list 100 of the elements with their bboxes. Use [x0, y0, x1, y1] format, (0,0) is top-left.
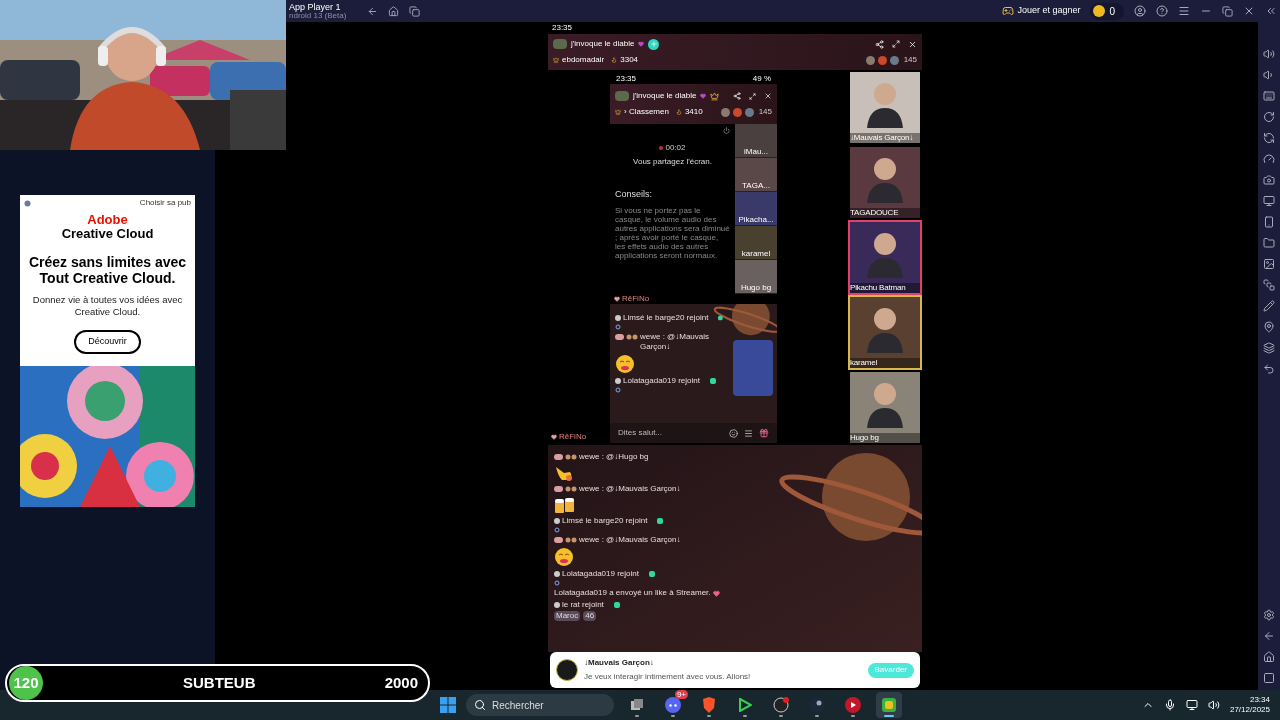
guest-name: karamel [850, 358, 920, 368]
follow-button[interactable] [648, 38, 660, 50]
help-icon[interactable] [1156, 5, 1168, 17]
guest-name: Hugo bg [850, 433, 920, 443]
rotate-icon[interactable] [1263, 111, 1275, 123]
expand-icon[interactable] [892, 40, 900, 48]
wave-hand-icon[interactable] [613, 602, 620, 608]
home-icon[interactable] [388, 5, 399, 17]
gamepad-icon [1002, 5, 1015, 17]
male-icon [554, 580, 560, 586]
crown-icon [615, 109, 621, 115]
viewer-count: 145 [903, 54, 917, 66]
guest-tile[interactable]: TAGA... [735, 158, 777, 192]
goal-target: 2000 [384, 672, 418, 693]
info-icon[interactable] [24, 199, 31, 207]
guest-tile[interactable]: Hugo bg [735, 260, 777, 294]
recent-apps-icon[interactable] [1263, 672, 1275, 684]
rank-label[interactable]: › Classemen [624, 106, 669, 118]
layers-icon[interactable] [1263, 342, 1275, 354]
image-icon[interactable] [1263, 258, 1275, 270]
guest-tile[interactable]: TAGADOUCE [848, 145, 922, 220]
timer: 00:02 [665, 142, 686, 154]
restore-icon[interactable] [1222, 5, 1233, 17]
close-icon[interactable] [1243, 5, 1255, 17]
folder-icon[interactable] [1263, 237, 1275, 249]
stream-title: j'invoque le diable [633, 90, 697, 102]
home-icon[interactable] [1263, 651, 1275, 663]
guest-tile[interactable]: karamel [848, 295, 922, 370]
user-icon [554, 518, 560, 524]
crown-icon [553, 57, 559, 63]
discover-button[interactable]: Découvrir [74, 330, 141, 354]
menu-icon[interactable] [1178, 5, 1190, 17]
gift-icon[interactable] [759, 428, 769, 438]
undo-icon[interactable] [1263, 363, 1275, 375]
collapse-icon[interactable] [1265, 5, 1277, 17]
account-icon[interactable] [1134, 5, 1146, 17]
join-message: Limsé le barge20 rejoint [623, 313, 709, 323]
user-icon [554, 602, 560, 608]
host-avatar[interactable] [553, 39, 567, 49]
back-icon[interactable] [367, 5, 378, 17]
brand-name: Adobe [87, 213, 128, 226]
expand-icon[interactable] [749, 92, 756, 100]
flame-icon [675, 109, 682, 115]
camera-icon[interactable] [1263, 174, 1275, 186]
copy-icon[interactable] [409, 5, 420, 17]
smile-icon[interactable] [729, 428, 738, 438]
wave-hand-icon[interactable] [718, 315, 723, 321]
close-icon[interactable] [764, 92, 772, 100]
menu-icon[interactable] [744, 428, 753, 438]
guest-name: karamel [741, 249, 771, 259]
heart-icon [712, 589, 720, 597]
guest-tile[interactable]: karamel [735, 226, 777, 260]
guest-tile[interactable]: Hugo bg [848, 370, 922, 445]
male-icon [554, 527, 560, 533]
share-icon[interactable] [875, 39, 884, 49]
chat-message: wewe : @↓Mauvais Garçon↓ [640, 332, 711, 352]
gauge-icon[interactable] [1263, 153, 1275, 165]
host-avatar[interactable] [615, 91, 629, 101]
refresh-icon[interactable] [1263, 132, 1275, 144]
phone-icon[interactable] [1263, 216, 1275, 228]
speaker-icon[interactable] [1207, 699, 1220, 711]
monkey-icon [565, 486, 577, 492]
guest-tile[interactable]: Pikacha... [735, 192, 777, 226]
play-and-win-button[interactable]: Jouer et gagner [1002, 4, 1081, 18]
settings-icon[interactable] [1263, 609, 1275, 621]
stack-icon[interactable] [1263, 279, 1275, 291]
back-icon[interactable] [1263, 630, 1275, 642]
volume-down-icon[interactable] [1263, 69, 1275, 81]
share-icon[interactable] [733, 92, 741, 100]
coin-balance[interactable]: 0 [1090, 2, 1124, 20]
wave-hand-icon[interactable] [709, 378, 716, 384]
microphone-icon[interactable] [1163, 699, 1176, 711]
guest-tile[interactable]: ↓Mauvais Garçon↓ [848, 70, 922, 145]
guest-name: TAGADOUCE [850, 208, 920, 218]
pencil-icon[interactable] [1263, 300, 1275, 312]
wave-hand-icon[interactable] [657, 518, 664, 524]
close-icon[interactable] [908, 39, 917, 49]
chat-message: wewe : @↓Mauvais Garçon↓ [579, 535, 681, 545]
monitor-icon[interactable] [1263, 195, 1275, 207]
ad-headline: Créez sans limites avec Tout Creative Cloud. [28, 254, 187, 287]
volume-icon[interactable] [1263, 48, 1275, 60]
ad-choice-link[interactable]: Choisir sa pub [139, 197, 191, 209]
flame-icon [611, 57, 618, 63]
rank-label[interactable]: ebdomadair [562, 54, 605, 66]
search-field[interactable]: Rechercher [466, 694, 614, 716]
guest-name: iMau... [744, 147, 768, 157]
network-icon[interactable] [1185, 699, 1198, 711]
wave-hand-icon[interactable] [648, 571, 655, 577]
ad-text: Donnez vie à toutes vos idées avec Creative Cloud. [31, 294, 184, 319]
clock-time[interactable]: 23:34 [1249, 696, 1270, 704]
keyboard-icon[interactable] [1263, 90, 1275, 102]
score: 3410 [684, 106, 703, 118]
guest-tile[interactable]: iMau... [735, 124, 777, 158]
clock-date[interactable]: 27/12/2025 [1229, 706, 1270, 714]
power-icon[interactable] [723, 127, 730, 134]
guest-tile[interactable]: Pikachu Batman [848, 220, 922, 295]
location-icon[interactable] [1263, 321, 1275, 333]
stacked-app-icon[interactable] [876, 692, 902, 718]
tips-title: Conseils: [615, 188, 653, 201]
user-avatar[interactable] [556, 659, 578, 681]
